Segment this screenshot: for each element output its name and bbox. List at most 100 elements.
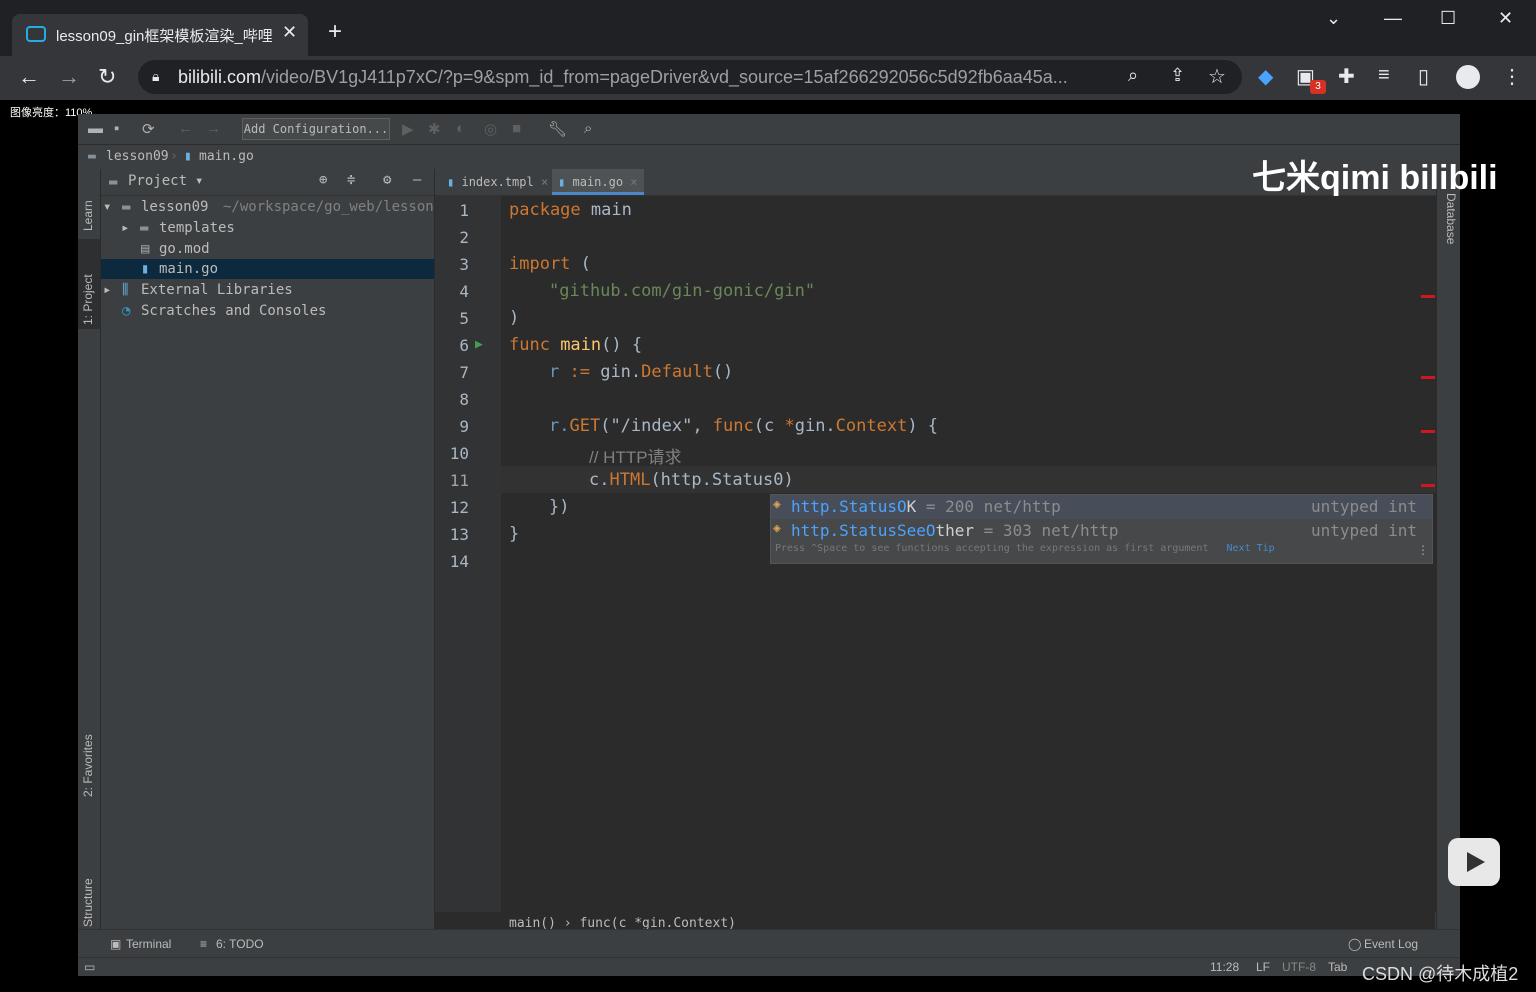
add-configuration-button[interactable]: Add Configuration...	[242, 118, 390, 140]
hide-panel-icon[interactable]: —	[413, 172, 421, 188]
tab-close-icon[interactable]: ×	[541, 175, 548, 189]
collapse-arrow-icon[interactable]: ▸	[121, 220, 129, 236]
zoom-search-icon[interactable]: ⌕	[1128, 65, 1138, 86]
extensions-puzzle-icon[interactable]: ✚	[1338, 64, 1355, 89]
code-line-4: "github.com/gin-gonic/gin"	[549, 281, 816, 301]
line-number: 8	[459, 390, 469, 409]
breadcrumb-file[interactable]: main.go	[199, 149, 254, 164]
profile-icon[interactable]: ◎	[484, 120, 497, 138]
indent-setting[interactable]: Tab	[1328, 960, 1347, 974]
code-editor[interactable]: package main import ( "github.com/gin-go…	[501, 196, 1436, 912]
breadcrumb-project[interactable]: lesson09	[106, 149, 169, 164]
tree-item-main-go[interactable]: ▮ main.go	[101, 259, 434, 279]
lock-icon[interactable]: 🔒︎	[152, 68, 159, 85]
sync-icon[interactable]: ⟳	[142, 120, 155, 138]
bilibili-watermark: 七米qimi bilibili	[1252, 159, 1498, 197]
tree-item-scratches[interactable]: ◔ Scratches and Consoles	[101, 301, 434, 321]
tab-search-icon[interactable]: ⌄	[1326, 8, 1341, 29]
settings-wrench-icon[interactable]: 🔧︎	[548, 120, 567, 138]
layout-toggle-icon[interactable]: ▭	[84, 960, 95, 974]
menu-kebab-icon[interactable]: ⋮	[1502, 64, 1522, 89]
tool-learn[interactable]: Learn	[81, 200, 95, 231]
stop-icon[interactable]: ■	[512, 120, 521, 137]
tab-close-icon[interactable]: ×	[630, 175, 637, 189]
code-line-5: )	[509, 308, 520, 328]
file-encoding[interactable]: UTF-8	[1282, 960, 1316, 974]
tool-favorites[interactable]: 2: Favorites	[81, 734, 95, 797]
tree-item-lesson09[interactable]: ▾ ▬ lesson09 ~/workspace/go_web/lesson0	[101, 197, 434, 217]
code-line-11: c.HTML(http.Status0)	[589, 470, 794, 490]
address-bar[interactable]: 🔒︎ bilibili.com/video/BV1gJ411p7xC/?p=9&…	[138, 60, 1242, 94]
tool-database[interactable]: Database	[1444, 193, 1458, 244]
tree-item-go-mod[interactable]: ▤ go.mod	[101, 239, 434, 259]
error-stripe-marker[interactable]	[1421, 295, 1435, 298]
popup-menu-icon[interactable]: ⋮	[1417, 543, 1429, 557]
forward-nav-icon[interactable]: →	[206, 120, 221, 137]
forward-icon[interactable]: →	[58, 64, 80, 90]
completion-hint: Press ^Space to see functions accepting …	[775, 543, 1275, 554]
back-nav-icon[interactable]: ←	[178, 120, 193, 137]
template-file-icon: ▮	[447, 175, 455, 189]
run-icon[interactable]: ▶	[402, 120, 414, 138]
tool-project-active[interactable]: 1: Project	[78, 239, 100, 329]
new-tab-button[interactable]: +	[328, 18, 342, 46]
profile-avatar[interactable]	[1456, 65, 1480, 89]
gear-icon[interactable]: ⚙	[383, 172, 391, 188]
open-folder-icon[interactable]: ▬	[88, 120, 103, 137]
dropdown-caret-icon[interactable]: ▾	[195, 173, 203, 189]
debug-icon[interactable]: ✱	[428, 120, 441, 138]
bilibili-player-icon[interactable]	[1448, 838, 1500, 886]
error-stripe-marker[interactable]	[1421, 376, 1435, 379]
browser-tab[interactable]: lesson09_gin框架模板渲染_哔哩 ✕	[12, 14, 308, 56]
next-tip-link[interactable]: Next Tip	[1227, 543, 1275, 554]
side-panel-icon[interactable]: ▯	[1418, 64, 1429, 89]
close-window-icon[interactable]: ✕	[1498, 8, 1513, 29]
bottom-tool-bar: ▣ Terminal ≡ 6: TODO ◯ Event Log	[78, 929, 1460, 958]
reload-icon[interactable]: ↻	[98, 64, 116, 90]
ide-window: ▬ ▪ ⟳ ← → Add Configuration... ▶ ✱ ◐ ◎ ■…	[78, 114, 1460, 976]
expand-arrow-icon[interactable]: ▾	[103, 199, 111, 215]
code-line-1: package main	[509, 200, 632, 220]
mod-file-icon: ▤	[141, 241, 150, 257]
terminal-icon: ▣	[110, 937, 122, 951]
code-line-13: }	[509, 524, 520, 544]
line-separator[interactable]: LF	[1256, 960, 1270, 974]
completion-type: untyped int	[1311, 521, 1417, 540]
maximize-icon[interactable]: ☐	[1440, 8, 1456, 29]
bookmark-star-icon[interactable]: ☆	[1208, 64, 1226, 89]
error-stripe-marker[interactable]	[1421, 484, 1435, 487]
extension-diamond-icon[interactable]: ◆	[1258, 64, 1273, 89]
go-file-icon: ▮	[558, 175, 566, 189]
share-icon[interactable]: ⇪	[1170, 65, 1185, 86]
completion-item[interactable]: ◈ http.StatusSeeOther = 303 net/http unt…	[771, 519, 1432, 543]
back-icon[interactable]: ←	[18, 64, 40, 90]
tab-main-go[interactable]: ▮ main.go ×	[552, 169, 644, 195]
project-view-title[interactable]: Project	[128, 173, 187, 189]
completion-item[interactable]: ◈ http.StatusOK = 200 net/http untyped i…	[771, 495, 1432, 519]
media-queue-icon[interactable]: ≡	[1378, 64, 1390, 87]
locate-icon[interactable]: ⊕	[319, 172, 327, 188]
save-icon[interactable]: ▪	[114, 120, 119, 137]
tab-label: main.go	[572, 175, 624, 189]
tree-item-external-libraries[interactable]: ▸ ⫼ External Libraries	[101, 280, 434, 300]
terminal-tab[interactable]: Terminal	[126, 937, 171, 951]
tool-project[interactable]: 1: Project	[81, 274, 95, 325]
error-stripe-marker[interactable]	[1421, 430, 1435, 433]
todo-tab[interactable]: 6: TODO	[216, 937, 264, 951]
line-number: 13	[449, 525, 469, 544]
search-icon[interactable]: ⌕	[584, 120, 592, 137]
collapse-arrow-icon[interactable]: ▸	[103, 282, 111, 298]
run-gutter-icon[interactable]: ▶	[475, 337, 483, 352]
minimize-icon[interactable]: —	[1384, 8, 1402, 29]
code-line-9: r.GET("/index", func(c *gin.Context) {	[549, 416, 939, 436]
event-log-tab[interactable]: Event Log	[1364, 937, 1418, 951]
tree-path: ~/workspace/go_web/lesson0	[223, 199, 433, 215]
caret-position[interactable]: 11:28	[1210, 960, 1239, 974]
tab-close-icon[interactable]: ✕	[282, 22, 297, 43]
collapse-all-icon[interactable]: ≑	[347, 172, 355, 188]
breadcrumb-separator: ›	[170, 149, 178, 164]
tree-item-templates[interactable]: ▸ ▬ templates	[101, 218, 434, 238]
url-text[interactable]: bilibili.com/video/BV1gJ411p7xC/?p=9&spm…	[178, 67, 1118, 88]
coverage-icon[interactable]: ◐	[456, 120, 465, 137]
tab-index-tmpl[interactable]: ▮ index.tmpl ×	[441, 169, 554, 195]
